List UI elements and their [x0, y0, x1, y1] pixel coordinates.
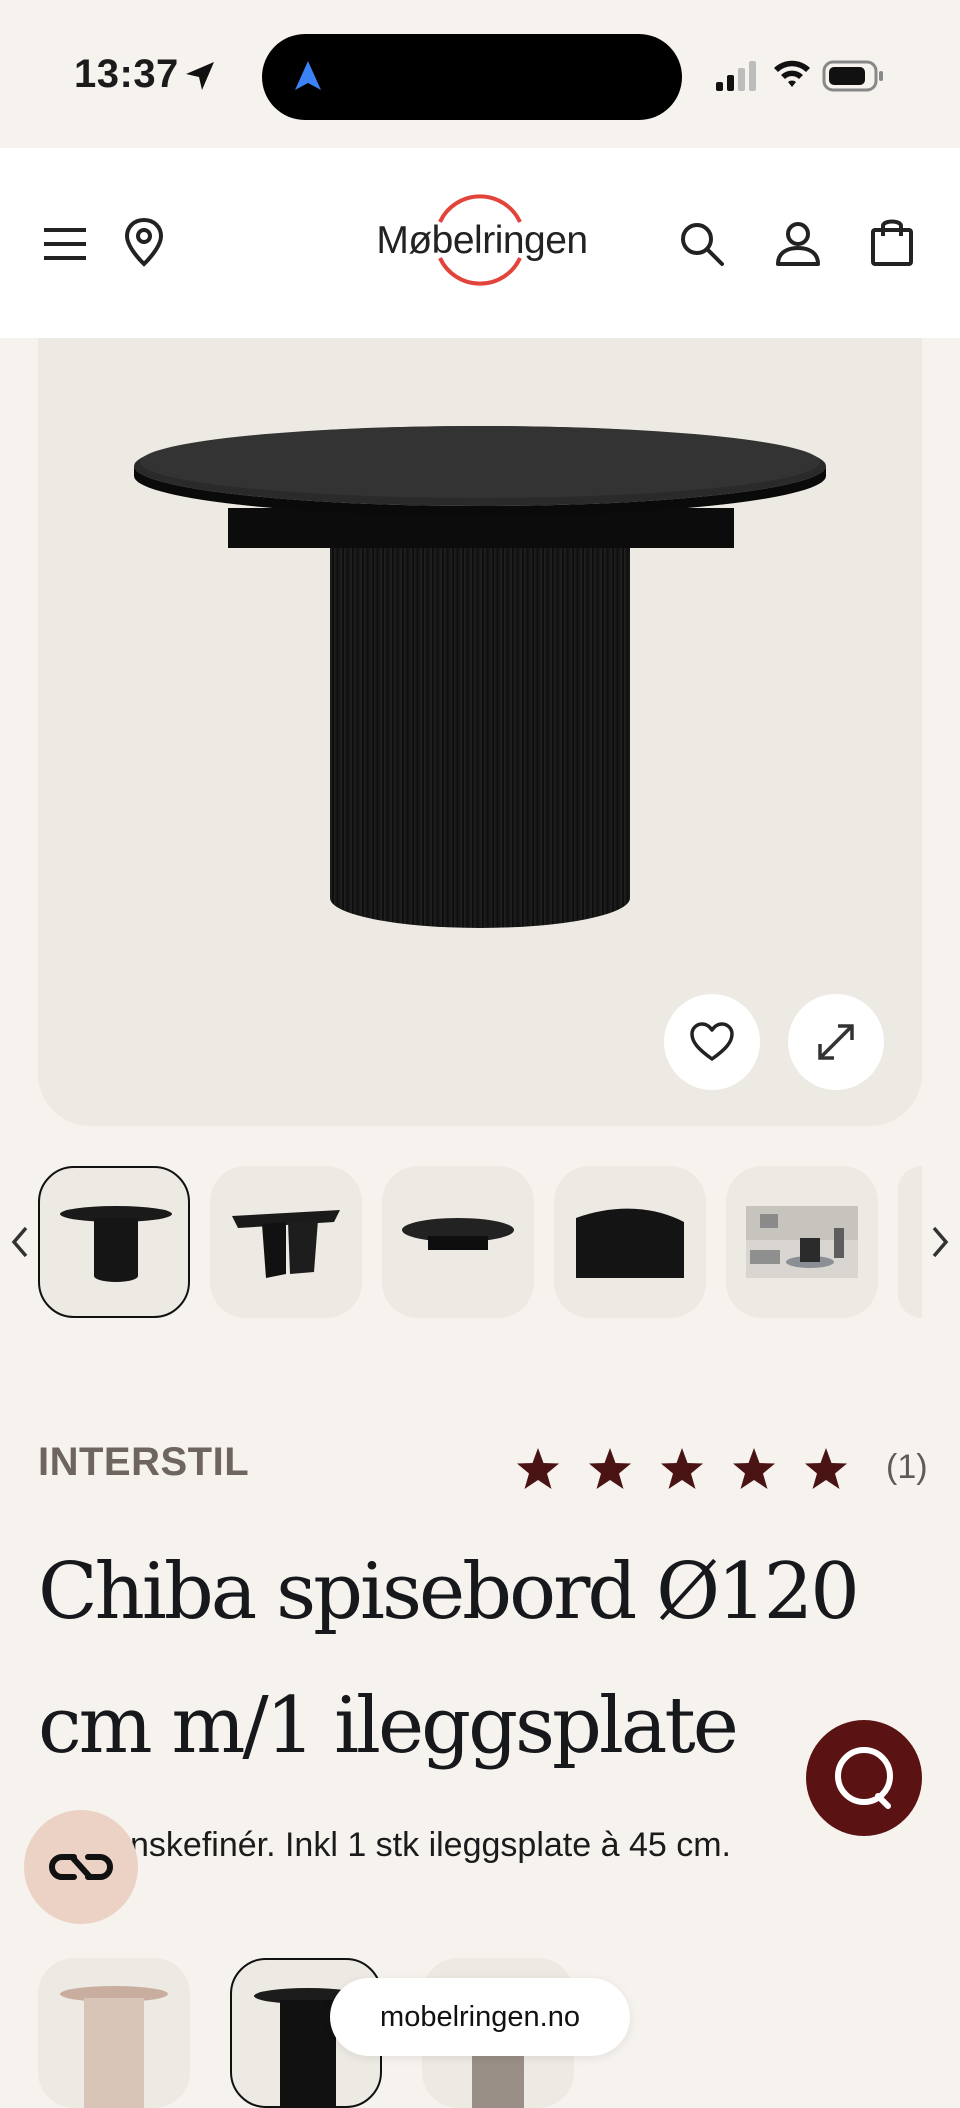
thumbnail-2[interactable] [210, 1166, 362, 1318]
chat-button[interactable] [806, 1720, 922, 1836]
rating-count[interactable]: (1) [886, 1448, 928, 1487]
product-main-image[interactable] [38, 338, 922, 1126]
rating-stars[interactable] [512, 1444, 852, 1496]
star-icon [589, 1448, 631, 1489]
star-icon [733, 1448, 775, 1489]
chat-bubble-icon [835, 1747, 893, 1809]
menu-icon[interactable] [38, 216, 94, 272]
battery-icon [822, 60, 883, 92]
account-icon[interactable] [770, 216, 826, 272]
star-icon [805, 1448, 847, 1489]
assistant-button[interactable] [24, 1810, 138, 1924]
thumbnail-5[interactable] [726, 1166, 878, 1318]
cellular-signal-icon [716, 61, 756, 91]
location-pin-icon[interactable] [116, 214, 172, 270]
product-title: Chiba spisebord Ø120 cm m/1 ileggsplate [38, 1547, 860, 1771]
star-icon [661, 1448, 703, 1489]
link-loop-icon [49, 1854, 113, 1880]
thumbnails-next-icon[interactable] [926, 1222, 954, 1262]
navigation-arrow-icon [295, 61, 321, 90]
expand-image-button[interactable] [788, 994, 884, 1090]
thumbnail-3[interactable] [382, 1166, 534, 1318]
logo-text: Møbelringen [376, 219, 588, 262]
location-arrow-icon [186, 62, 214, 90]
thumbnail-1[interactable] [38, 1166, 190, 1318]
product-description: nskefinér. Inkl 1 stk ileggsplate à 45 c… [38, 1826, 838, 1865]
product-description-text: nskefinér. Inkl 1 stk ileggsplate à 45 c… [130, 1826, 731, 1864]
thumbnails-prev-icon[interactable] [6, 1222, 34, 1262]
thumbnail-6[interactable] [898, 1166, 922, 1318]
shopping-bag-icon[interactable] [864, 214, 920, 270]
variant-option-1[interactable] [38, 1958, 190, 2108]
table-illustration [134, 426, 826, 928]
thumbnail-4[interactable] [554, 1166, 706, 1318]
expand-icon [818, 1024, 854, 1060]
search-icon[interactable] [674, 216, 730, 272]
heart-icon [690, 1022, 734, 1061]
site-logo[interactable]: Møbelringen [360, 186, 600, 302]
browser-url-bar[interactable]: mobelringen.no [330, 1978, 630, 2056]
wifi-icon [774, 60, 810, 87]
status-time: 13:37 [74, 52, 179, 96]
star-icon [517, 1448, 559, 1489]
favorite-button[interactable] [664, 994, 760, 1090]
product-brand[interactable]: INTERSTIL [38, 1440, 249, 1485]
